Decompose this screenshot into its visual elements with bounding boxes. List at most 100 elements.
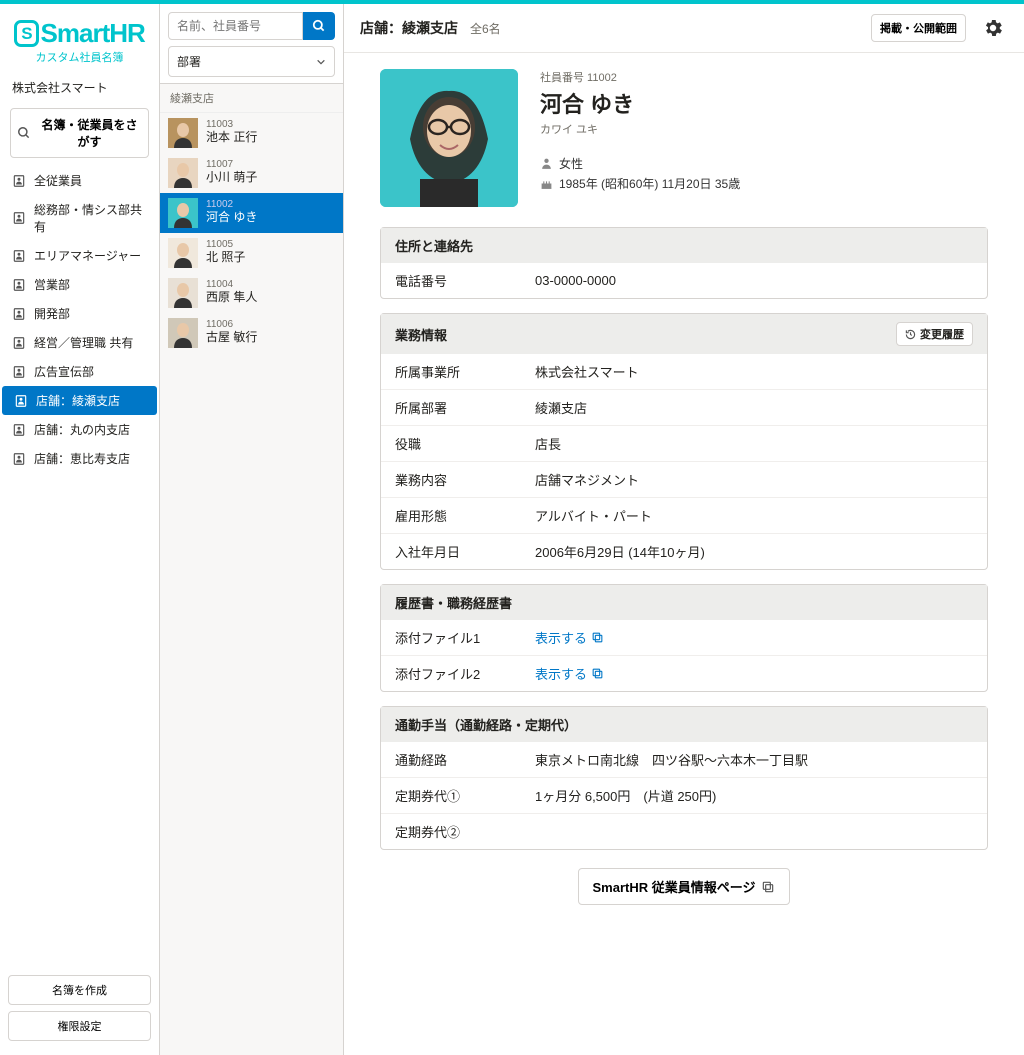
list-icon <box>12 336 26 350</box>
row-label: 所属事業所 <box>395 362 535 381</box>
search-icon <box>17 126 31 140</box>
nav-label: 店舗：丸の内支店 <box>34 421 130 438</box>
create-list-button[interactable]: 名簿を作成 <box>8 975 151 1005</box>
employee-name: 古屋 敏行 <box>206 330 257 346</box>
employee-id: 11003 <box>206 120 257 130</box>
history-button[interactable]: 変更履歴 <box>896 322 973 346</box>
employee-list: 11003池本 正行11007小川 萌子11002河合 ゆき11005北 照子1… <box>160 113 343 353</box>
sidebar-bottom: 名簿を作成 権限設定 <box>0 967 159 1055</box>
employee-name: 池本 正行 <box>206 130 257 146</box>
nav-label: 営業部 <box>34 276 70 293</box>
cake-icon <box>540 177 553 190</box>
show-link[interactable]: 表示する <box>535 628 604 647</box>
employee-list-item[interactable]: 11004西原 隼人 <box>160 273 343 313</box>
search-directory-button[interactable]: 名簿・従業員をさがす <box>10 108 149 158</box>
employee-list-item[interactable]: 11003池本 正行 <box>160 113 343 153</box>
row-value: 表示する <box>535 664 973 683</box>
list-icon <box>12 249 26 263</box>
chevron-down-icon <box>316 57 326 67</box>
employee-list-item[interactable]: 11007小川 萌子 <box>160 153 343 193</box>
nav-label: 総務部・情シス部共有 <box>34 201 147 235</box>
profile-meta: 社員番号 11002 河合 ゆき カワイ ユキ 女性 1985年 (昭和60年)… <box>540 69 740 195</box>
nav-label: 開発部 <box>34 305 70 322</box>
avatar <box>168 238 198 268</box>
nav-item[interactable]: エリアマネージャー <box>0 241 159 270</box>
gear-icon[interactable] <box>978 17 1008 39</box>
info-row: 業務内容店舗マネジメント <box>381 461 987 497</box>
list-icon <box>12 365 26 379</box>
nav-item[interactable]: 全従業員 <box>0 166 159 195</box>
nav-item[interactable]: 店舗：丸の内支店 <box>0 415 159 444</box>
nav-item[interactable]: 店舗：綾瀬支店 <box>2 386 157 415</box>
employee-id: 11006 <box>206 320 257 330</box>
list-icon <box>12 278 26 292</box>
group-label: 綾瀬支店 <box>160 84 343 113</box>
gender-row: 女性 <box>540 155 740 172</box>
search-submit-button[interactable] <box>303 12 335 40</box>
nav-list: 全従業員総務部・情シス部共有エリアマネージャー営業部開発部経営／管理職 共有広告… <box>0 166 159 473</box>
company-name: 株式会社スマート <box>0 69 159 102</box>
external-link-icon <box>761 880 775 894</box>
employee-list-panel: 部署 綾瀬支店 11003池本 正行11007小川 萌子11002河合 ゆき11… <box>160 4 344 1055</box>
avatar <box>168 318 198 348</box>
search-input[interactable] <box>168 12 303 40</box>
avatar <box>168 198 198 228</box>
employee-number: 社員番号 11002 <box>540 69 740 85</box>
row-value: 株式会社スマート <box>535 362 973 381</box>
department-select[interactable]: 部署 <box>168 46 335 77</box>
section-contact: 住所と連絡先 電話番号03-0000-0000 <box>380 227 988 299</box>
nav-label: 全従業員 <box>34 172 82 189</box>
section-title: 住所と連絡先 <box>395 236 473 255</box>
show-link[interactable]: 表示する <box>535 664 604 683</box>
row-label: 入社年月日 <box>395 542 535 561</box>
row-label: 添付ファイル2 <box>395 664 535 683</box>
nav-item[interactable]: 店舗：恵比寿支店 <box>0 444 159 473</box>
avatar <box>168 118 198 148</box>
row-value: 1ヶ月分 6,500円 (片道 250円) <box>535 786 973 805</box>
info-row: 電話番号03-0000-0000 <box>381 263 987 298</box>
row-value: 2006年6月29日 (14年10ヶ月) <box>535 542 973 561</box>
nav-item[interactable]: 開発部 <box>0 299 159 328</box>
page-title: 店舗：綾瀬支店 <box>360 18 458 38</box>
nav-item[interactable]: 広告宣伝部 <box>0 357 159 386</box>
row-value: 店舗マネジメント <box>535 470 973 489</box>
row-value: 表示する <box>535 628 973 647</box>
employee-list-item[interactable]: 11005北 照子 <box>160 233 343 273</box>
row-value: 東京メトロ南北線 四ツ谷駅〜六本木一丁目駅 <box>535 750 973 769</box>
info-row: 定期券代② <box>381 813 987 849</box>
row-label: 通勤経路 <box>395 750 535 769</box>
row-label: 所属部署 <box>395 398 535 417</box>
info-row: 入社年月日2006年6月29日 (14年10ヶ月) <box>381 533 987 569</box>
nav-label: エリアマネージャー <box>34 247 141 264</box>
employee-name: 河合 ゆき <box>206 210 257 226</box>
nav-label: 店舗：綾瀬支店 <box>36 392 120 409</box>
employee-id: 11002 <box>206 200 257 210</box>
employee-list-item[interactable]: 11006古屋 敏行 <box>160 313 343 353</box>
row-value: 綾瀬支店 <box>535 398 973 417</box>
employee-name-kana: カワイ ユキ <box>540 121 740 137</box>
nav-item[interactable]: 営業部 <box>0 270 159 299</box>
info-row: 雇用形態アルバイト・パート <box>381 497 987 533</box>
profile-photo <box>380 69 518 207</box>
info-row: 所属部署綾瀬支店 <box>381 389 987 425</box>
birth-row: 1985年 (昭和60年) 11月20日 35歳 <box>540 175 740 192</box>
row-label: 業務内容 <box>395 470 535 489</box>
row-label: 定期券代① <box>395 786 535 805</box>
row-value: アルバイト・パート <box>535 506 973 525</box>
row-label: 定期券代② <box>395 822 535 841</box>
nav-item[interactable]: 経営／管理職 共有 <box>0 328 159 357</box>
list-header: 部署 <box>160 4 343 84</box>
list-icon <box>12 174 26 188</box>
employee-id: 11005 <box>206 240 245 250</box>
row-label: 電話番号 <box>395 271 535 290</box>
nav-item[interactable]: 総務部・情シス部共有 <box>0 195 159 241</box>
row-value: 店長 <box>535 434 973 453</box>
publish-settings-button[interactable]: 掲載・公開範囲 <box>871 14 966 42</box>
row-label: 雇用形態 <box>395 506 535 525</box>
employee-name: 西原 隼人 <box>206 290 257 306</box>
employee-list-item[interactable]: 11002河合 ゆき <box>160 193 343 233</box>
smarthr-link-button[interactable]: SmartHR 従業員情報ページ <box>578 868 791 905</box>
section-title: 通勤手当（通勤経路・定期代） <box>395 715 577 734</box>
permission-button[interactable]: 権限設定 <box>8 1011 151 1041</box>
info-row: 定期券代①1ヶ月分 6,500円 (片道 250円) <box>381 777 987 813</box>
